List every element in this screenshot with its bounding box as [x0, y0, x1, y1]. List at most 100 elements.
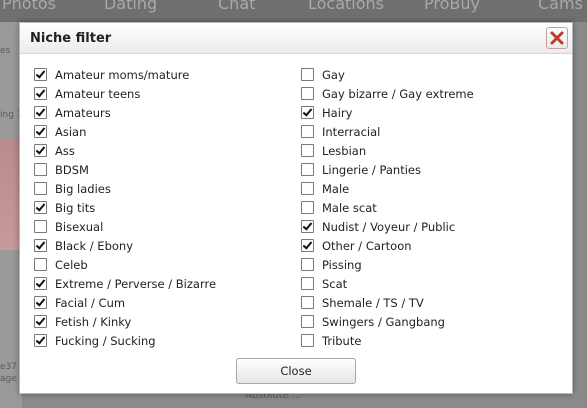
dialog-title: Niche filter [30, 31, 112, 46]
filter-checkbox[interactable] [301, 68, 314, 81]
filter-option[interactable]: Pissing [301, 255, 474, 274]
close-icon [550, 31, 564, 45]
background-nav-item: Dating [104, 0, 158, 13]
left-filter-column: Amateur moms/mature Amateur teens Amateurs… [34, 65, 216, 350]
background-thumbnail [0, 140, 20, 250]
filter-label: Ass [55, 143, 75, 158]
filter-label: Black / Ebony [55, 238, 133, 253]
filter-checkbox[interactable] [34, 125, 47, 138]
filter-option[interactable]: BDSM [34, 160, 216, 179]
filter-option[interactable]: Extreme / Perverse / Bizarre [34, 274, 216, 293]
filter-option[interactable]: Big tits [34, 198, 216, 217]
background-nav-item: Chat [218, 0, 256, 13]
filter-checkbox[interactable] [34, 106, 47, 119]
filter-checkbox[interactable] [301, 220, 314, 233]
filter-checkbox[interactable] [301, 201, 314, 214]
filter-label: Big tits [55, 200, 96, 215]
background-text: age [0, 374, 17, 384]
filter-label: Other / Cartoon [322, 238, 412, 253]
filter-checkbox[interactable] [301, 315, 314, 328]
filter-checkbox[interactable] [301, 334, 314, 347]
filter-checkbox[interactable] [34, 201, 47, 214]
filter-checkbox[interactable] [34, 144, 47, 157]
filter-option[interactable]: Fetish / Kinky [34, 312, 216, 331]
filter-option[interactable]: Male scat [301, 198, 474, 217]
filter-checkbox[interactable] [34, 182, 47, 195]
filter-checkbox[interactable] [34, 296, 47, 309]
filter-label: Hairy [322, 105, 353, 120]
filter-option[interactable]: Lingerie / Panties [301, 160, 474, 179]
filter-option[interactable]: Asian [34, 122, 216, 141]
filter-label: Interracial [322, 124, 381, 139]
filter-checkbox[interactable] [301, 239, 314, 252]
filter-label: Lesbian [322, 143, 367, 158]
filter-label: Gay bizarre / Gay extreme [322, 86, 474, 101]
filter-checkbox[interactable] [34, 315, 47, 328]
filter-label: Swingers / Gangbang [322, 314, 445, 329]
filter-label: Pissing [322, 257, 362, 272]
filter-checkbox[interactable] [34, 220, 47, 233]
filter-option[interactable]: Big ladies [34, 179, 216, 198]
close-dialog-button[interactable] [546, 27, 568, 49]
filter-option[interactable]: Celeb [34, 255, 216, 274]
filter-label: Big ladies [55, 181, 111, 196]
filter-option[interactable]: Scat [301, 274, 474, 293]
filter-option[interactable]: Lesbian [301, 141, 474, 160]
filter-option[interactable]: Gay [301, 65, 474, 84]
filter-option[interactable]: Hairy [301, 103, 474, 122]
close-button[interactable]: Close [236, 358, 356, 384]
filter-checkbox[interactable] [34, 68, 47, 81]
filter-label: Celeb [55, 257, 88, 272]
filter-label: Shemale / TS / TV [322, 295, 424, 310]
background-nav-item: Photos [2, 0, 56, 13]
filter-option[interactable]: Amateur teens [34, 84, 216, 103]
filter-checkbox[interactable] [34, 334, 47, 347]
filter-checkbox[interactable] [301, 296, 314, 309]
filter-checkbox[interactable] [34, 163, 47, 176]
filter-checkbox[interactable] [301, 87, 314, 100]
filter-option[interactable]: Bisexual [34, 217, 216, 236]
filter-label: Gay [322, 67, 345, 82]
filter-checkbox[interactable] [34, 87, 47, 100]
filter-checkbox[interactable] [34, 239, 47, 252]
filter-option[interactable]: Tribute [301, 331, 474, 350]
filter-option[interactable]: Fucking / Sucking [34, 331, 216, 350]
background-nav-item: ProBuy [424, 0, 480, 13]
filter-option[interactable]: Ass [34, 141, 216, 160]
filter-label: Bisexual [55, 219, 104, 234]
background-nav-item: Locations [308, 0, 385, 13]
filter-label: Asian [55, 124, 87, 139]
background-nav-bar: Photos Dating Chat Locations ProBuy Cams [0, 0, 587, 22]
filter-label: Scat [322, 276, 348, 291]
filter-label: Amateur moms/mature [55, 67, 190, 82]
dialog-body: Amateur moms/mature Amateur teens Amateurs… [20, 54, 572, 393]
filter-checkbox[interactable] [34, 258, 47, 271]
dialog-header: Niche filter [20, 23, 572, 54]
filter-option[interactable]: Swingers / Gangbang [301, 312, 474, 331]
filter-label: Amateur teens [55, 86, 141, 101]
filter-option[interactable]: Facial / Cum [34, 293, 216, 312]
filter-label: Male scat [322, 200, 377, 215]
filter-option[interactable]: Nudist / Voyeur / Public [301, 217, 474, 236]
filter-option[interactable]: Male [301, 179, 474, 198]
filter-option[interactable]: Other / Cartoon [301, 236, 474, 255]
background-text: e37 [0, 362, 17, 372]
filter-checkbox[interactable] [301, 125, 314, 138]
filter-checkbox[interactable] [301, 277, 314, 290]
filter-checkbox[interactable] [301, 106, 314, 119]
filter-checkbox[interactable] [301, 144, 314, 157]
filter-checkbox[interactable] [301, 258, 314, 271]
filter-option[interactable]: Gay bizarre / Gay extreme [301, 84, 474, 103]
filter-option[interactable]: Amateurs [34, 103, 216, 122]
filter-option[interactable]: Interracial [301, 122, 474, 141]
filter-checkbox[interactable] [34, 277, 47, 290]
filter-label: Male [322, 181, 350, 196]
filter-checkbox[interactable] [301, 182, 314, 195]
filter-option[interactable]: Black / Ebony [34, 236, 216, 255]
filter-option[interactable]: Amateur moms/mature [34, 65, 216, 84]
filter-label: Extreme / Perverse / Bizarre [55, 276, 217, 291]
niche-filter-dialog: Niche filter Amateur moms/mature Amateur … [19, 22, 573, 394]
filter-label: Fetish / Kinky [55, 314, 132, 329]
filter-checkbox[interactable] [301, 163, 314, 176]
filter-option[interactable]: Shemale / TS / TV [301, 293, 474, 312]
